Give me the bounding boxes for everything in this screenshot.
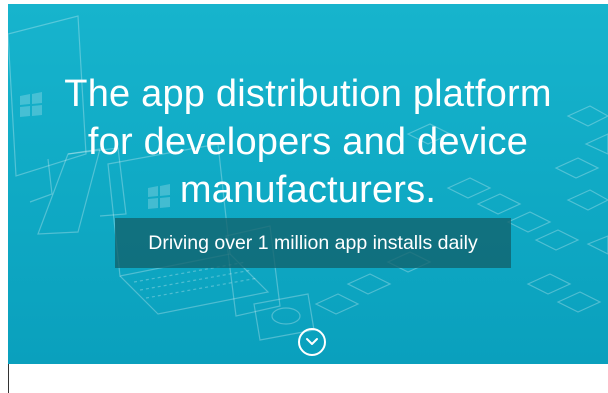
- tagline-banner: Driving over 1 million app installs dail…: [115, 218, 511, 268]
- hero-tagline: Driving over 1 million app installs dail…: [148, 231, 478, 254]
- hero-headline: The app distribution platform for develo…: [64, 73, 552, 211]
- scroll-down-button[interactable]: [298, 328, 326, 356]
- page-edge-divider: [8, 364, 9, 393]
- chevron-down-icon: [306, 338, 318, 345]
- hero-section: The app distribution platform for develo…: [8, 4, 608, 364]
